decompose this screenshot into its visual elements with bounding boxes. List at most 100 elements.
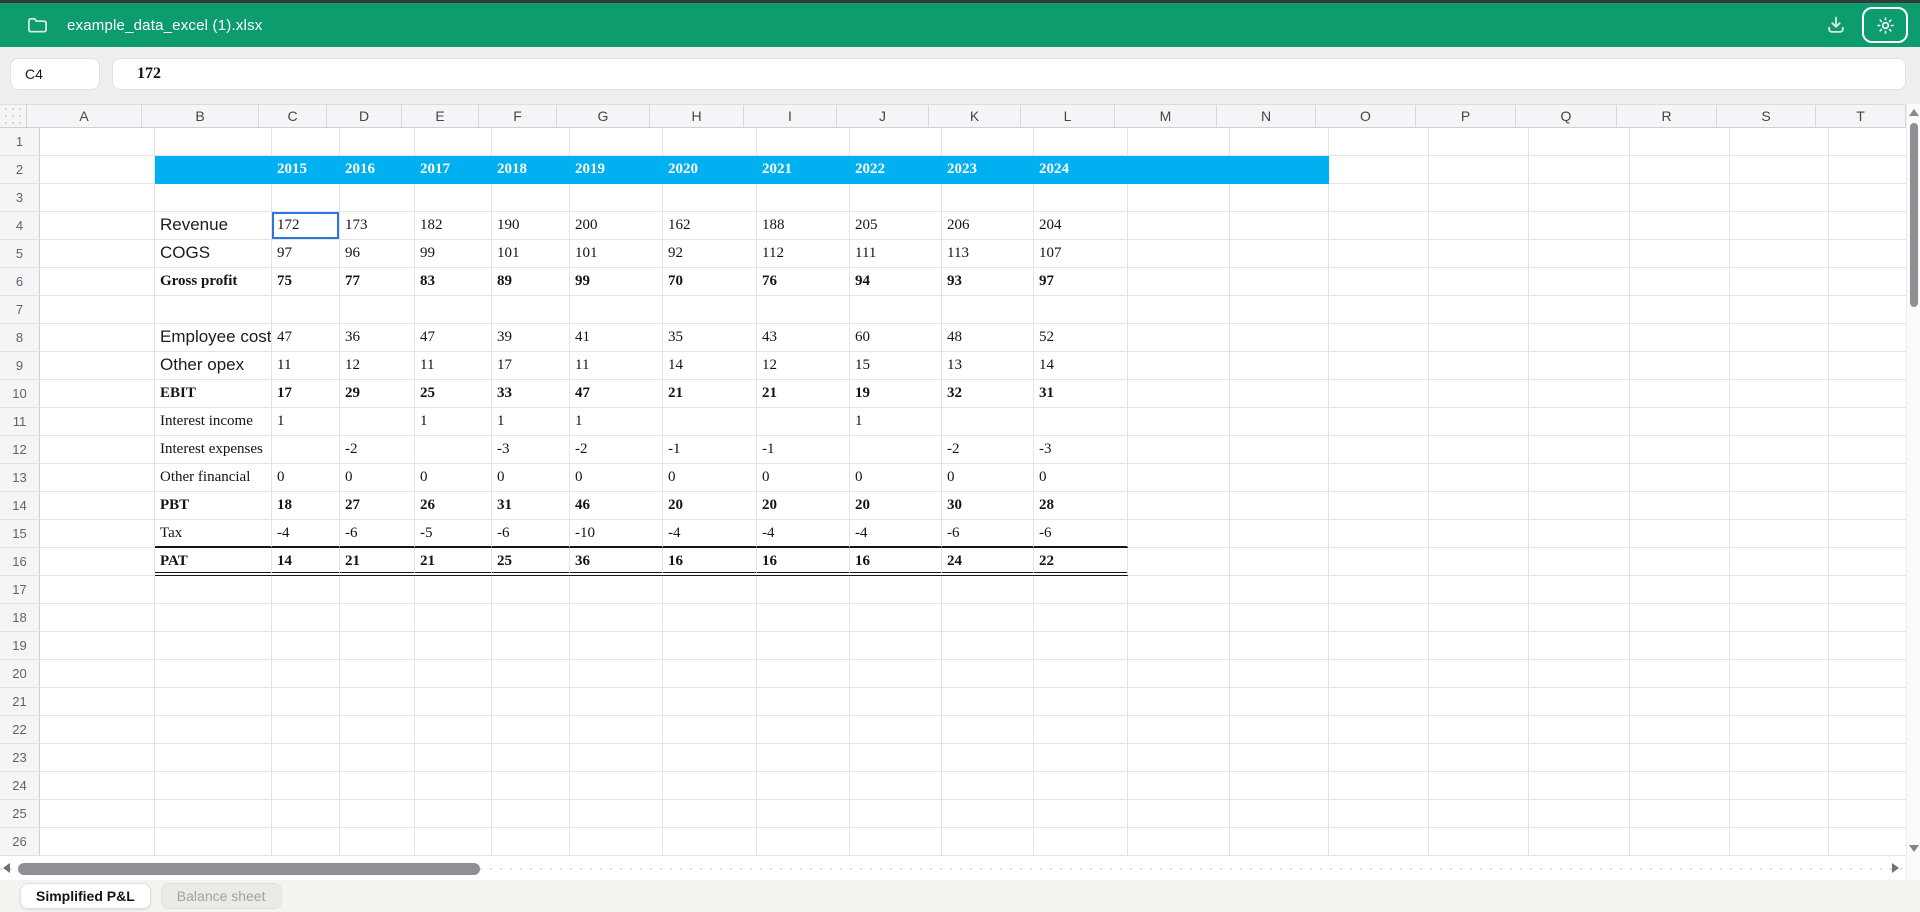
cell[interactable] [1829,688,1906,716]
cell[interactable] [40,128,155,156]
cell[interactable] [340,772,415,800]
cell[interactable] [40,548,155,576]
cell[interactable] [1829,408,1906,436]
cell[interactable]: 0 [942,464,1034,492]
cell[interactable] [1429,632,1529,660]
cell[interactable] [1630,520,1730,548]
cell[interactable] [1329,212,1429,240]
cell[interactable]: Other opex [155,352,272,380]
cell[interactable] [1230,296,1329,324]
cell[interactable] [1128,240,1230,268]
column-header[interactable]: L [1021,105,1115,127]
cell[interactable] [1128,324,1230,352]
column-header[interactable]: K [929,105,1021,127]
cell[interactable]: 182 [415,212,492,240]
cell[interactable] [40,296,155,324]
cell[interactable] [850,744,942,772]
cell[interactable] [40,800,155,828]
cell[interactable] [850,828,942,856]
cell[interactable]: 13 [942,352,1034,380]
cell[interactable] [1329,828,1429,856]
cell[interactable] [1730,184,1829,212]
cell[interactable] [155,800,272,828]
cell[interactable] [1829,156,1906,184]
cell[interactable] [1630,268,1730,296]
cell[interactable] [272,800,340,828]
cell[interactable] [1730,828,1829,856]
cell[interactable] [155,632,272,660]
cell[interactable] [1630,240,1730,268]
cell[interactable] [1329,520,1429,548]
cell[interactable] [850,296,942,324]
cell[interactable]: 2019 [570,156,663,184]
cell[interactable] [1829,436,1906,464]
cell[interactable] [1529,184,1630,212]
cell[interactable]: 92 [663,240,757,268]
cell[interactable] [1529,492,1630,520]
cell[interactable] [1829,828,1906,856]
column-header[interactable]: M [1115,105,1217,127]
cell[interactable]: 94 [850,268,942,296]
cell[interactable] [40,604,155,632]
horizontal-scrollbar[interactable] [0,858,1906,880]
cell[interactable] [1429,436,1529,464]
cell[interactable] [40,828,155,856]
cell[interactable] [40,408,155,436]
cell[interactable] [1730,436,1829,464]
cell[interactable] [1829,632,1906,660]
cell[interactable] [942,296,1034,324]
cell[interactable]: 75 [272,268,340,296]
cell[interactable]: -1 [663,436,757,464]
cell[interactable] [1128,772,1230,800]
cell[interactable] [663,828,757,856]
cell[interactable] [340,632,415,660]
cell[interactable]: 0 [757,464,850,492]
cell[interactable] [1730,324,1829,352]
column-header[interactable]: Q [1516,105,1617,127]
cell[interactable] [492,688,570,716]
cell[interactable] [272,296,340,324]
cell[interactable] [1529,408,1630,436]
cell[interactable] [340,604,415,632]
cell[interactable] [1630,576,1730,604]
cell[interactable]: 1 [415,408,492,436]
cell[interactable] [1329,492,1429,520]
cell[interactable]: -3 [492,436,570,464]
cell[interactable] [1429,828,1529,856]
cell[interactable]: 11 [570,352,663,380]
cell[interactable] [40,324,155,352]
row-header[interactable]: 5 [0,240,40,268]
cell[interactable] [1230,632,1329,660]
cell[interactable] [40,464,155,492]
cell[interactable] [1529,576,1630,604]
cell[interactable] [415,772,492,800]
download-button[interactable] [1825,14,1847,36]
cell[interactable] [570,184,663,212]
cell[interactable] [1630,408,1730,436]
row-header[interactable]: 21 [0,688,40,716]
cell[interactable] [1429,492,1529,520]
cell[interactable] [1630,632,1730,660]
cell[interactable]: 41 [570,324,663,352]
cell[interactable]: 12 [340,352,415,380]
cell[interactable] [1630,772,1730,800]
cell[interactable] [1230,184,1329,212]
cell[interactable]: 0 [415,464,492,492]
cell[interactable] [1230,716,1329,744]
cell[interactable]: 77 [340,268,415,296]
cell[interactable] [155,716,272,744]
cell[interactable] [1128,828,1230,856]
cell[interactable] [663,772,757,800]
cell[interactable] [1230,772,1329,800]
cell[interactable] [272,436,340,464]
cell[interactable] [1529,716,1630,744]
cell[interactable] [1429,604,1529,632]
cell[interactable]: 20 [663,492,757,520]
cell[interactable]: -1 [757,436,850,464]
cell[interactable] [1329,660,1429,688]
cell[interactable] [570,828,663,856]
cell[interactable] [757,828,850,856]
cell[interactable]: 101 [492,240,570,268]
row-header[interactable]: 10 [0,380,40,408]
selected-cell[interactable]: 172 [272,212,340,240]
